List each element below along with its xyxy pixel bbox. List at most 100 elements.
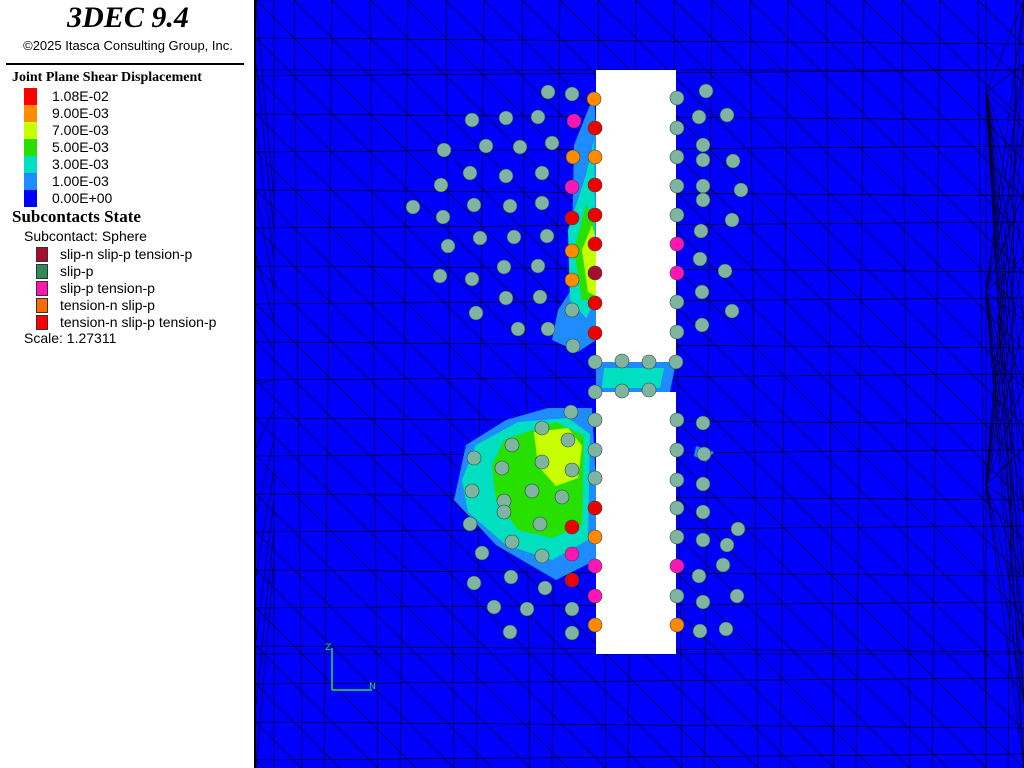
subcontact-sphere bbox=[564, 601, 580, 617]
subcontact-sphere bbox=[503, 569, 519, 585]
subcontact-sphere bbox=[560, 432, 576, 448]
subcontact-sphere bbox=[669, 294, 685, 310]
subcontact-sphere bbox=[725, 153, 741, 169]
subcontact-sphere bbox=[498, 110, 514, 126]
subcontact-sphere bbox=[464, 483, 480, 499]
state-label: slip-n slip-p tension-p bbox=[60, 246, 193, 262]
axis-z-label: Z bbox=[325, 643, 331, 653]
contour-swatch bbox=[24, 156, 37, 173]
mesh-fan bbox=[256, 439, 275, 513]
subcontact-sphere bbox=[564, 86, 580, 102]
subcontact-sphere bbox=[464, 112, 480, 128]
contour-swatch bbox=[24, 88, 37, 105]
subcontact-sphere bbox=[669, 472, 685, 488]
subcontact-sphere bbox=[464, 271, 480, 287]
contour-value-label: 7.00E-03 bbox=[52, 122, 109, 138]
subcontact-sphere bbox=[496, 259, 512, 275]
subcontact-sphere bbox=[534, 454, 550, 470]
subcontact-sphere bbox=[695, 415, 711, 431]
subcontact-sphere bbox=[435, 209, 451, 225]
subcontact-sphere bbox=[534, 195, 550, 211]
subcontact-sphere bbox=[587, 442, 603, 458]
subcontact-sphere bbox=[532, 516, 548, 532]
mesh-fan bbox=[256, 319, 275, 351]
subcontact-sphere bbox=[502, 198, 518, 214]
subcontact-sphere bbox=[586, 91, 602, 107]
subcontact-sphere bbox=[486, 599, 502, 615]
subcontact-sphere bbox=[564, 625, 580, 641]
subcontact-sphere bbox=[540, 84, 556, 100]
subcontact-sphere bbox=[669, 324, 685, 340]
subcontact-sphere bbox=[512, 139, 528, 155]
subcontact-sphere bbox=[587, 354, 603, 370]
excavation-lower bbox=[596, 392, 676, 654]
subcontact-sphere bbox=[668, 354, 684, 370]
subcontact-sphere bbox=[566, 113, 582, 129]
separator-line bbox=[6, 63, 244, 65]
subcontact-sphere bbox=[587, 384, 603, 400]
subcontact-sphere bbox=[565, 338, 581, 354]
subcontact-sphere bbox=[695, 594, 711, 610]
subcontact-sphere bbox=[693, 223, 709, 239]
subcontact-sphere bbox=[669, 442, 685, 458]
subcontact-sphere bbox=[587, 500, 603, 516]
subcontact-sphere bbox=[539, 228, 555, 244]
subcontact-sphere bbox=[534, 420, 550, 436]
model-plot[interactable]: Z N bbox=[256, 0, 1024, 768]
axis-triad: Z N bbox=[325, 643, 376, 692]
mesh-edge bbox=[779, 0, 789, 768]
subcontact-sphere bbox=[724, 303, 740, 319]
subcontact-sphere bbox=[669, 558, 685, 574]
subcontact-sphere bbox=[614, 353, 630, 369]
mesh-fan bbox=[256, 379, 275, 385]
subcontact-sphere bbox=[432, 268, 448, 284]
subcontact-sphere bbox=[534, 548, 550, 564]
contour-value-label: 9.00E-03 bbox=[52, 105, 109, 121]
subcontact-sphere bbox=[730, 521, 746, 537]
subcontact-sphere bbox=[669, 178, 685, 194]
subcontact-sphere bbox=[719, 537, 735, 553]
subcontact-sphere bbox=[587, 617, 603, 633]
subcontact-sphere bbox=[669, 617, 685, 633]
subcontact-sphere bbox=[587, 295, 603, 311]
subcontact-sphere bbox=[587, 265, 603, 281]
subcontact-sphere bbox=[564, 272, 580, 288]
mesh-edge bbox=[855, 0, 865, 768]
subcontact-sphere bbox=[462, 516, 478, 532]
excavation-openings bbox=[596, 70, 676, 654]
model-viewport[interactable]: Z N bbox=[256, 0, 1024, 768]
state-swatch bbox=[36, 315, 48, 330]
subcontact-sphere bbox=[669, 207, 685, 223]
subcontact-sphere bbox=[530, 109, 546, 125]
subcontact-sphere bbox=[478, 138, 494, 154]
subcontact-sphere bbox=[669, 149, 685, 165]
mesh-diagonal bbox=[901, 0, 1024, 123]
subcontact-sphere bbox=[472, 230, 488, 246]
subcontact-sphere bbox=[669, 90, 685, 106]
app-title: 3DEC 9.4 bbox=[67, 1, 189, 34]
contour-swatch bbox=[24, 173, 37, 190]
subcontact-sphere bbox=[405, 199, 421, 215]
mesh-fan bbox=[256, 0, 275, 201]
subcontact-sphere bbox=[498, 168, 514, 184]
subcontact-sphere bbox=[564, 243, 580, 259]
subcontact-sphere bbox=[669, 120, 685, 136]
mesh-diagonal bbox=[256, 113, 911, 768]
excavation-upper bbox=[596, 70, 676, 362]
legend-panel: 3DEC 9.4 ©2025 Itasca Consulting Group, … bbox=[0, 0, 256, 768]
subcontact-sphere bbox=[719, 107, 735, 123]
subcontact-sphere bbox=[696, 446, 712, 462]
subcontact-sphere bbox=[695, 178, 711, 194]
mesh-fan bbox=[256, 255, 275, 321]
subcontact-sphere bbox=[462, 165, 478, 181]
subcontact-sphere bbox=[587, 325, 603, 341]
subcontact-sphere bbox=[641, 354, 657, 370]
subcontact-sphere bbox=[564, 210, 580, 226]
subcontact-sphere bbox=[564, 179, 580, 195]
mesh-edge bbox=[551, 0, 561, 768]
subcontact-sphere bbox=[692, 251, 708, 267]
subcontact-sphere bbox=[587, 120, 603, 136]
subcontact-sphere bbox=[695, 192, 711, 208]
subcontact-sphere bbox=[498, 290, 514, 306]
subcontact-sphere bbox=[695, 532, 711, 548]
